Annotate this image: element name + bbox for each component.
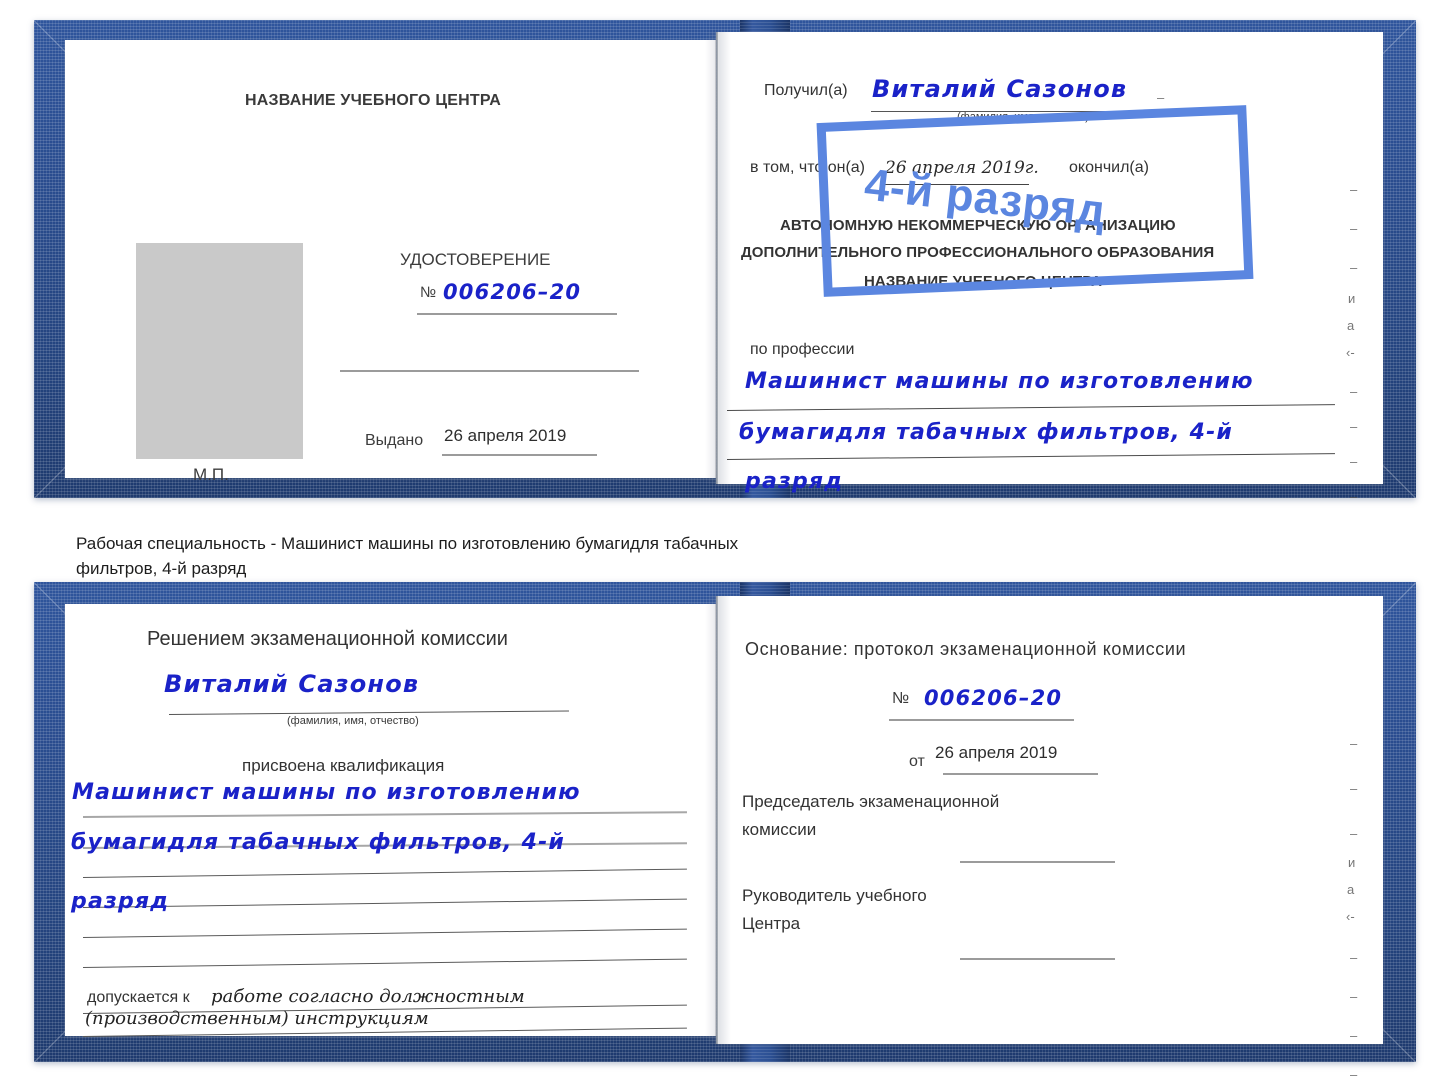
issued-date-value: 26 апреля 2019 [444,426,567,445]
blank-rule-1 [340,370,639,372]
profession-label: по профессии [750,341,855,358]
certificate-book-bottom: Решением экзаменационной комиссии Витали… [34,582,1416,1082]
caption-line-1: Рабочая специальность - Машинист машины … [76,534,739,553]
admitted-label: допускается к [87,989,190,1006]
qualification-line-2: бумагидля табачных фильтров, 4-й [71,830,566,855]
edge-marks-bottom-right: – – – и а ‹- – – – – [1346,736,1358,1082]
page-gutter-top [705,32,731,484]
in-that-label: в том, что он(а) [750,159,865,176]
chairman-line-1: Председатель экзаменационной [742,792,1000,811]
protocol-number-value: 006206–20 [924,686,1063,710]
qualification-rule-6 [82,958,687,968]
organization-line-2: ДОПОЛНИТЕЛЬНОГО ПРОФЕССИОНАЛЬНОГО ОБРАЗО… [741,244,1215,261]
page-bottom-right: Основание: протокол экзаменационной коми… [705,596,1383,1082]
training-center-header: НАЗВАНИЕ УЧЕБНОГО ЦЕНТРА [245,92,502,109]
profession-rule-1 [726,404,1335,411]
profession-rule-2 [726,453,1335,460]
received-label: Получил(а) [764,82,848,99]
edge-dash-top: – [1157,90,1165,105]
org-quote-close: " [1214,269,1222,286]
head-signature-line [960,958,1115,960]
number-label: № [420,284,437,301]
caption-block: Рабочая специальность - Машинист машины … [76,532,1076,581]
fio-hint-top: (фамилия, имя, отчество) [957,111,1089,123]
spine-crease-bottom [716,596,718,1044]
page-top-right: Получил(а) Виталий Сазонов (фамилия, имя… [705,32,1383,504]
page-top-left: НАЗВАНИЕ УЧЕБНОГО ЦЕНТРА УДОСТОВЕРЕНИЕ №… [65,40,716,484]
qualification-rule-3 [82,868,687,878]
number-underline [417,313,617,315]
issued-underline [442,454,597,456]
protocol-date-underline [943,773,1098,775]
basis-label: Основание: протокол экзаменационной коми… [745,639,1187,659]
qualification-line-3: разряд [71,889,170,914]
protocol-date-value: 26 апреля 2019 [935,743,1058,762]
admitted-value-line-1: работе согласно должностным [211,986,525,1007]
protocol-date-label: от [909,753,925,770]
protocol-number-underline [889,719,1074,721]
seal-place-label: М.П. [193,465,229,484]
head-line-2: Центра [742,914,801,933]
qualification-rule-4 [82,898,687,908]
edge-marks-top-right: – – – и а ‹- – – – – [1346,182,1358,504]
spine-crease-top [716,32,718,484]
photo-placeholder [136,243,303,459]
qualification-line-1: Машинист машины по изготовлению [72,780,581,805]
page-bottom-left: Решением экзаменационной комиссии Витали… [65,604,716,1037]
qualification-rule-1 [82,811,687,818]
chairman-signature-line [960,861,1115,863]
issued-label: Выдано [365,432,424,449]
head-line-1: Руководитель учебного [742,886,927,905]
protocol-number-label: № [892,690,910,707]
fio-hint-bottom: (фамилия, имя, отчество) [287,715,419,727]
recipient-name-value: Виталий Сазонов [164,670,420,698]
certificate-book-top: НАЗВАНИЕ УЧЕБНОГО ЦЕНТРА УДОСТОВЕРЕНИЕ №… [34,20,1416,504]
qualification-label: присвоена квалификация [242,756,445,775]
chairman-line-2: комиссии [742,820,817,839]
certificate-number-value: 006206–20 [443,280,582,304]
commission-decision-header: Решением экзаменационной комиссии [147,628,508,650]
profession-line-2: бумагидля табачных фильтров, 4-й [739,420,1234,445]
admitted-value-line-2: (производственным) инструкциям [85,1008,429,1029]
org-quote-open: " [824,271,832,288]
document-title: УДОСТОВЕРЕНИЕ [400,250,551,269]
received-name-value: Виталий Сазонов [872,75,1128,103]
page-gutter-bottom [705,596,731,1044]
finished-label: окончил(а) [1069,159,1149,176]
organization-name: НАЗВАНИЕ УЧЕБНОГО ЦЕНТРА [864,273,1102,290]
caption-line-2: фильтров, 4-й разряд [76,558,247,578]
qualification-rule-5 [82,928,687,938]
profession-line-3: разряд [745,469,844,494]
profession-line-1: Машинист машины по изготовлению [745,369,1254,394]
